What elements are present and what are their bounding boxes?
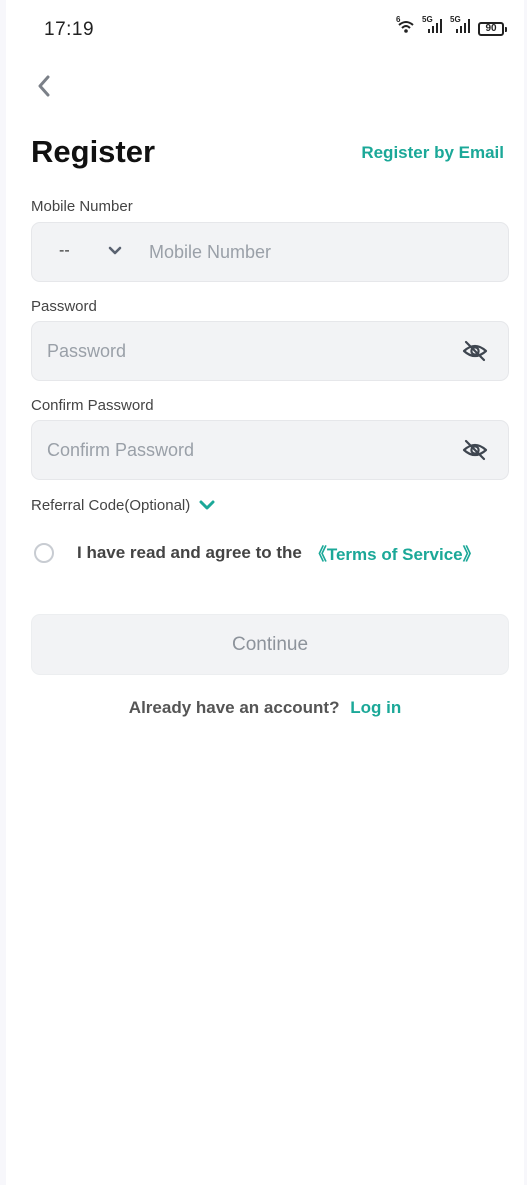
referral-code-label: Referral Code(Optional) bbox=[31, 497, 191, 514]
register-screen: 17:19 6 5G 5G 90 Register Register by Em… bbox=[6, 0, 524, 1185]
wifi-icon: 6 bbox=[396, 15, 416, 39]
confirm-password-input[interactable] bbox=[47, 421, 447, 479]
status-icons: 6 5G 5G 90 bbox=[396, 15, 507, 39]
password-field bbox=[31, 321, 509, 381]
wifi-badge: 6 bbox=[396, 15, 401, 24]
agree-checkbox[interactable] bbox=[34, 542, 54, 563]
password-label: Password bbox=[31, 298, 97, 315]
login-prompt: Already have an account? bbox=[128, 698, 340, 717]
confirm-password-visibility-toggle[interactable] bbox=[462, 438, 488, 462]
login-link[interactable]: Log in bbox=[350, 698, 401, 717]
mobile-number-field: -- bbox=[31, 222, 509, 282]
eye-off-icon bbox=[462, 439, 488, 461]
password-input[interactable] bbox=[47, 322, 447, 380]
signal-icon: 5G bbox=[450, 15, 472, 39]
confirm-password-label: Confirm Password bbox=[31, 397, 154, 414]
agreement-row: I have read and agree to the 《Terms of S… bbox=[34, 540, 480, 565]
register-by-email-link[interactable]: Register by Email bbox=[361, 143, 504, 163]
status-time: 17:19 bbox=[44, 19, 95, 40]
terms-of-service-link[interactable]: 《Terms of Service》 bbox=[310, 540, 480, 565]
referral-code-toggle[interactable]: Referral Code(Optional) bbox=[31, 497, 215, 514]
confirm-password-field bbox=[31, 420, 509, 480]
chevron-down-icon bbox=[108, 246, 122, 255]
mobile-number-input[interactable] bbox=[149, 223, 489, 281]
continue-button[interactable]: Continue bbox=[31, 614, 509, 675]
agreement-text: I have read and agree to the bbox=[77, 542, 302, 562]
eye-off-icon bbox=[462, 340, 488, 362]
signal-icon: 5G bbox=[422, 15, 444, 39]
back-button[interactable] bbox=[30, 72, 58, 100]
password-visibility-toggle[interactable] bbox=[462, 339, 488, 363]
chevron-down-icon bbox=[199, 500, 215, 510]
page-title: Register bbox=[31, 134, 156, 169]
country-code-value: -- bbox=[59, 242, 70, 259]
country-code-select[interactable]: -- bbox=[32, 223, 136, 281]
sim1-label: 5G bbox=[422, 15, 433, 24]
status-bar: 17:19 6 5G 5G 90 bbox=[6, 0, 524, 60]
chevron-left-icon bbox=[38, 75, 50, 97]
login-row: Already have an account? Log in bbox=[6, 698, 524, 718]
sim2-label: 5G bbox=[450, 15, 461, 24]
mobile-number-label: Mobile Number bbox=[31, 198, 133, 215]
battery-icon: 90 bbox=[478, 21, 507, 36]
